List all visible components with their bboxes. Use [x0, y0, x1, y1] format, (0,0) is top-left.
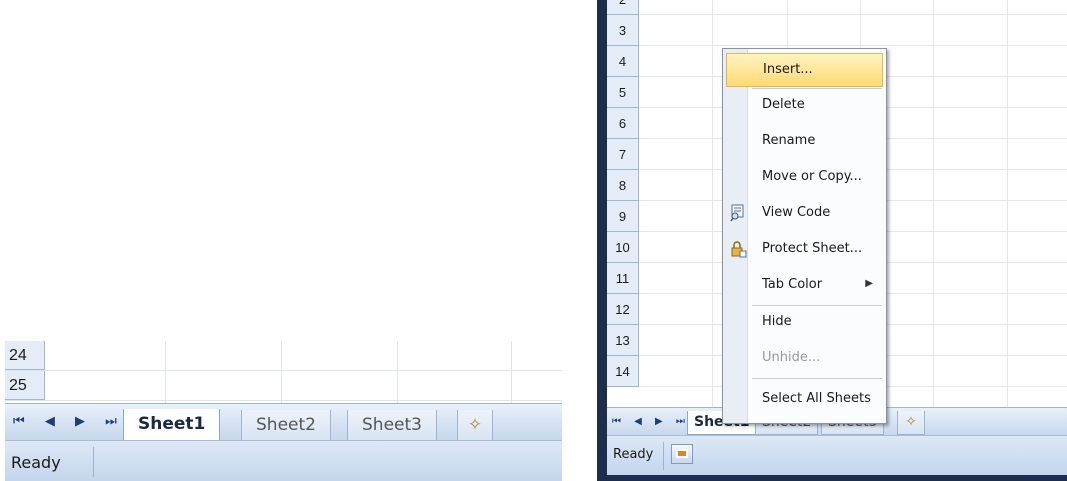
menu-item-label: Rename — [762, 133, 816, 148]
row-header-11[interactable]: 11 — [607, 263, 639, 294]
status-text: Ready — [11, 453, 61, 472]
menu-item-move-or-copy[interactable]: Move or Copy... — [726, 161, 883, 195]
row-header-13[interactable]: 13 — [607, 325, 639, 356]
menu-item-insert[interactable]: Insert... — [726, 53, 883, 87]
left-excel-view: 24 25 ⏮ ◀ ▶ ⏭ Sheet1 Sheet2 Sheet3 ✧ Rea… — [0, 0, 562, 481]
menu-item-rename[interactable]: Rename — [726, 125, 883, 159]
status-bar: Ready — [607, 435, 1067, 475]
menu-item-label: Select All Sheets — [762, 391, 871, 406]
status-divider — [663, 442, 664, 470]
menu-item-protect-sheet[interactable]: Protect Sheet... — [726, 233, 883, 267]
menu-item-label: Unhide... — [762, 350, 821, 365]
menu-item-select-all-sheets[interactable]: Select All Sheets — [726, 383, 883, 417]
status-text: Ready — [613, 447, 654, 462]
insert-sheet-icon: ✧ — [905, 414, 917, 430]
row-header-8[interactable]: 8 — [607, 170, 639, 201]
row-header-2[interactable]: 2 — [607, 0, 639, 15]
sheet-nav-buttons[interactable]: ⏮ ◀ ▶ ⏭ — [612, 416, 690, 427]
row-gridline — [639, 45, 1067, 46]
column-divider — [1007, 0, 1008, 407]
menu-item-label: Protect Sheet... — [762, 241, 863, 256]
row-gridline — [639, 14, 1067, 15]
menu-item-label: Insert... — [763, 62, 813, 77]
row-header-12[interactable]: 12 — [607, 294, 639, 325]
row-header-4[interactable]: 4 — [607, 46, 639, 77]
menu-separator — [752, 378, 882, 379]
insert-sheet-icon: ✧ — [467, 415, 483, 435]
status-divider — [93, 447, 94, 477]
row-header-14[interactable]: 14 — [607, 356, 639, 387]
sheet-tab-context-menu: Insert... Delete Rename Move or Copy... … — [722, 48, 887, 424]
row-header-9[interactable]: 9 — [607, 201, 639, 232]
column-divider — [511, 341, 512, 403]
view-code-icon — [730, 204, 744, 222]
menu-item-tab-color[interactable]: Tab Color ▶ — [726, 269, 883, 303]
column-divider — [712, 0, 713, 407]
tab-sheet1[interactable]: Sheet1 — [123, 409, 221, 441]
menu-item-label: View Code — [762, 205, 831, 220]
submenu-arrow-icon: ▶ — [865, 278, 873, 289]
column-divider — [933, 0, 934, 407]
row-header-5[interactable]: 5 — [607, 77, 639, 108]
row-header-3[interactable]: 3 — [607, 15, 639, 46]
menu-item-label: Move or Copy... — [762, 169, 862, 184]
row-header-6[interactable]: 6 — [607, 108, 639, 139]
row-header-25[interactable]: 25 — [5, 371, 45, 400]
menu-item-label: Delete — [762, 97, 805, 112]
menu-item-unhide: Unhide... — [726, 342, 883, 376]
status-bar: Ready — [5, 440, 562, 481]
tab-sheet2[interactable]: Sheet2 — [241, 410, 331, 441]
tab-sheet3[interactable]: Sheet3 — [347, 410, 437, 441]
menu-item-hide[interactable]: Hide — [726, 306, 883, 340]
row-header-7[interactable]: 7 — [607, 139, 639, 170]
row-24: 24 — [5, 341, 562, 371]
row-header-10[interactable]: 10 — [607, 232, 639, 263]
column-divider — [281, 341, 282, 403]
column-divider — [165, 341, 166, 403]
menu-item-view-code[interactable]: View Code — [726, 197, 883, 231]
lock-icon — [731, 241, 747, 258]
menu-item-label: Tab Color — [762, 277, 823, 292]
row-header-24[interactable]: 24 — [5, 341, 45, 370]
menu-item-label: Hide — [762, 314, 792, 329]
worksheet-grid[interactable]: 24 25 — [5, 341, 562, 403]
sheet-tab-bar: ⏮ ◀ ▶ ⏭ Sheet1 Sheet2 Sheet3 ✧ — [5, 403, 562, 441]
menu-item-delete[interactable]: Delete — [726, 89, 883, 123]
sheet-nav-buttons[interactable]: ⏮ ◀ ▶ ⏭ — [13, 414, 125, 429]
insert-sheet-tab[interactable]: ✧ — [457, 410, 493, 441]
insert-sheet-tab[interactable]: ✧ — [897, 411, 925, 435]
column-divider — [397, 341, 398, 403]
row-25: 25 — [5, 371, 562, 401]
macro-record-icon[interactable] — [671, 444, 693, 464]
